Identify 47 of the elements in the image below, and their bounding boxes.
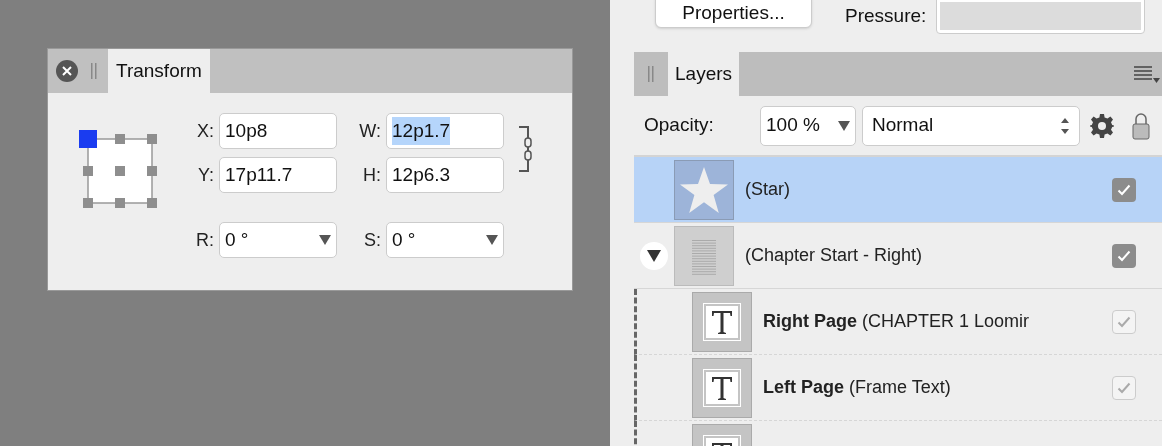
field-label: Y: xyxy=(197,163,214,187)
layer-row[interactable]: (Star) xyxy=(634,157,1162,223)
visibility-checkbox[interactable] xyxy=(1112,177,1136,202)
layer-row[interactable]: Left Page (Frame Text) xyxy=(634,355,1162,421)
layer-row[interactable]: (Chapter Start - Right) xyxy=(634,223,1162,289)
value-field[interactable]: 17p11.7 xyxy=(219,157,337,193)
grip-icon[interactable] xyxy=(647,66,655,82)
visibility-checkbox[interactable] xyxy=(1112,309,1136,334)
opacity-label: Opacity: xyxy=(644,113,715,138)
panel-tab[interactable]: Layers xyxy=(668,52,740,96)
anchor-grid-icon[interactable] xyxy=(78,129,158,209)
text-frame-thumbnail xyxy=(692,357,752,418)
field-label: R: xyxy=(195,228,214,252)
star-thumbnail xyxy=(674,159,734,220)
layer-name: (Star) xyxy=(745,179,790,199)
value-field[interactable]: 12p1.7 xyxy=(386,113,504,149)
layer-name: (Chapter Start - Right) xyxy=(745,245,923,265)
chain-link-icon[interactable] xyxy=(518,126,534,172)
caret-icon xyxy=(319,235,331,245)
grip-icon[interactable] xyxy=(90,63,98,79)
opacity-dropdown[interactable]: 100 % xyxy=(760,105,856,146)
panel-menu-icon[interactable] xyxy=(1134,64,1160,84)
lock-icon[interactable] xyxy=(1132,111,1150,140)
field-label: W: xyxy=(358,119,381,143)
settings-icon[interactable] xyxy=(1090,113,1114,138)
text-frame-thumbnail xyxy=(692,291,752,352)
page-thumbnail xyxy=(674,225,734,286)
properties-button[interactable]: Properties... xyxy=(655,0,812,28)
layer-row[interactable]: Right Page (CHAPTER 1 Loomir xyxy=(634,289,1162,355)
layer-name: Right Page (CHAPTER 1 Loomir xyxy=(763,311,1030,331)
visibility-checkbox[interactable] xyxy=(1112,375,1136,400)
dropdown[interactable]: 0 ° xyxy=(386,222,504,258)
blend-mode-dropdown[interactable]: Normal xyxy=(862,105,1080,146)
caret-icon xyxy=(486,235,498,245)
value-field[interactable]: 10p8 xyxy=(219,113,337,149)
value-field[interactable]: 12p6.3 xyxy=(386,157,504,193)
layer-name: Left Page (Frame Text) xyxy=(763,377,951,397)
dropdown[interactable]: 0 ° xyxy=(219,222,337,258)
field-label: X: xyxy=(196,119,214,143)
pressure-field[interactable] xyxy=(936,0,1146,34)
close-icon[interactable] xyxy=(56,60,78,82)
panel-tab[interactable]: Transform xyxy=(108,49,210,93)
pressure-label: Pressure: xyxy=(845,4,927,28)
field-label: H: xyxy=(362,163,381,187)
caret-icon xyxy=(838,120,850,131)
visibility-checkbox[interactable] xyxy=(1112,243,1136,268)
field-label: S: xyxy=(363,228,381,252)
